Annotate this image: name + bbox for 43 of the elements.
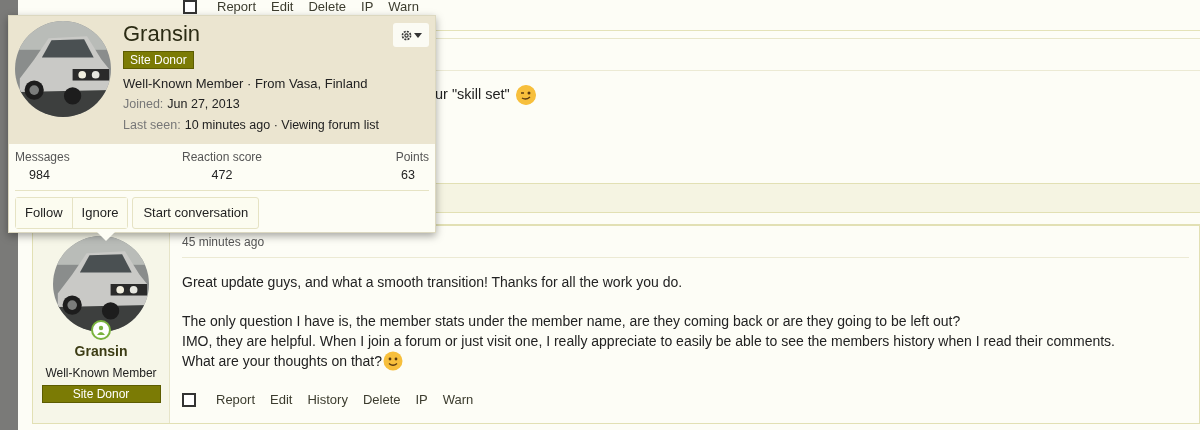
- action-link[interactable]: History: [307, 393, 348, 407]
- action-link[interactable]: Delete: [308, 0, 346, 14]
- action-link[interactable]: Report: [216, 393, 256, 407]
- stat-value[interactable]: 984: [15, 166, 64, 185]
- message-text: What are your thoughts on that?: [182, 352, 382, 371]
- action-link[interactable]: Warn: [442, 393, 474, 407]
- message-text: The only question I have is, the member stats under the member name, are they coming back or are they going to be left out?: [182, 312, 961, 331]
- stat-label: Points: [395, 149, 429, 166]
- author-name[interactable]: Gransin: [74, 341, 128, 362]
- member-action-button[interactable]: Ignore: [71, 197, 128, 228]
- stat-value[interactable]: 63: [387, 166, 429, 185]
- stat-label: Messages: [15, 149, 70, 166]
- post-time[interactable]: 45 minutes ago: [182, 232, 265, 251]
- stat-label: Reaction score: [181, 149, 262, 166]
- stat-value[interactable]: 472: [197, 166, 247, 185]
- message-text: IMO, they are helpful. When I join a forum or just visit one, I really appreciate to easily be able to see the members history when I read their comments.: [182, 332, 1115, 351]
- site-donor-badge: Site Donor: [41, 385, 161, 403]
- action-link[interactable]: Report: [217, 0, 257, 14]
- last-seen-text: 10 minutes ago · Viewing forum list: [184, 117, 379, 134]
- member-name[interactable]: Gransin: [123, 21, 379, 47]
- caret-icon: [414, 32, 422, 38]
- action-link[interactable]: Edit: [270, 393, 293, 407]
- message-text: ur "skill set": [435, 85, 510, 104]
- action-link[interactable]: IP: [361, 0, 374, 14]
- member-info: Well-Known Member · From Vasa, Finland: [123, 75, 369, 93]
- action-link[interactable]: Warn: [388, 0, 419, 14]
- action-link[interactable]: Edit: [271, 0, 294, 14]
- winking-emoji-icon: [515, 84, 536, 105]
- member-action-button[interactable]: Start conversation: [132, 196, 260, 229]
- action-link[interactable]: IP: [415, 393, 428, 407]
- user-title: Well-Known Member: [45, 365, 157, 382]
- site-donor-badge: Site Donor: [123, 51, 194, 69]
- settings-icon: [400, 28, 413, 42]
- joined-label: Joined:: [123, 96, 164, 113]
- checkbox[interactable]: [182, 393, 196, 407]
- smiley-icon: [383, 351, 403, 371]
- settings-menu-button[interactable]: [393, 23, 429, 47]
- joined-date: Jun 27, 2013: [167, 96, 240, 113]
- member-action-button[interactable]: Follow: [16, 197, 72, 228]
- last-seen-label: Last seen:: [123, 117, 181, 134]
- checkbox[interactable]: [183, 0, 197, 14]
- message-text: Great update guys, and what a smooth transition! Thanks for all the work you do.: [182, 273, 683, 292]
- action-link[interactable]: Delete: [362, 393, 401, 407]
